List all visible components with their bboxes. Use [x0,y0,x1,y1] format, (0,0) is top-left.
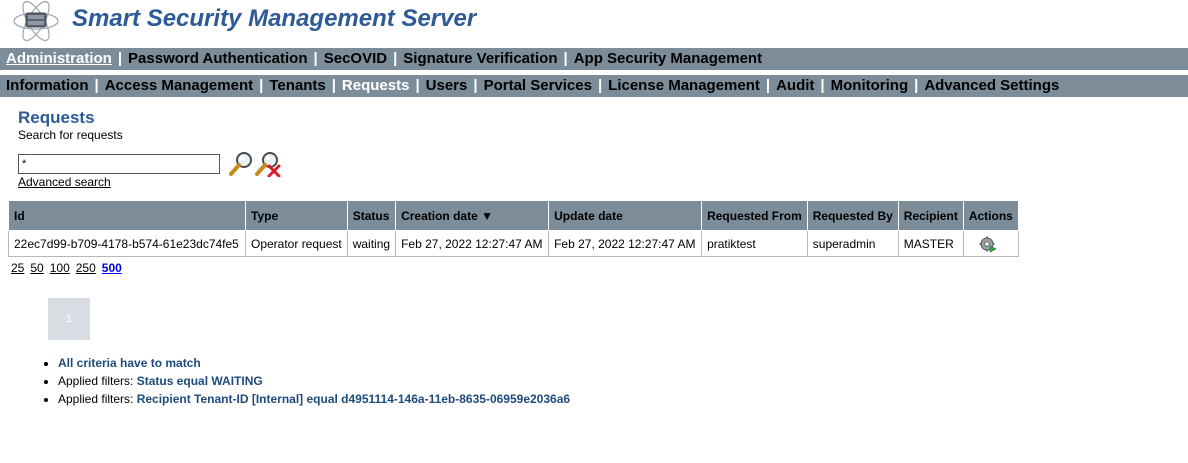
cell-type: Operator request [245,230,348,257]
filter-recipient-tenant: Recipient Tenant-ID [Internal] equal d49… [136,392,571,406]
subnav-monitoring[interactable]: Monitoring [831,77,908,94]
filter-status: Status equal WAITING [136,374,263,388]
subnav-license-management[interactable]: License Management [608,77,760,94]
cell-creation-date: Feb 27, 2022 12:27:47 AM [395,230,550,257]
nav-separator: | [117,50,123,67]
nav-separator: | [393,50,398,67]
subnav-requests[interactable]: Requests [342,77,410,94]
column-header-update-date[interactable]: Update date [548,200,703,231]
nav-separator: | [331,77,336,94]
nav-separator: | [259,77,264,94]
subnav-portal-services[interactable]: Portal Services [484,77,592,94]
page-size-250[interactable]: 250 [76,261,96,275]
nav-secovid[interactable]: SecOVID [324,50,387,67]
page-size-25[interactable]: 25 [11,261,24,275]
filter-criteria-list: All criteria have to match Applied filte… [40,354,570,408]
advanced-search-link[interactable]: Advanced search [18,175,111,189]
app-title: Smart Security Management Server [72,5,477,32]
cell-requested-by: superadmin [806,230,899,257]
column-header-creation-date[interactable]: Creation date ▼ [395,200,550,231]
search-icon[interactable] [228,149,256,177]
pagination-page-1[interactable]: 1 [48,298,90,340]
table-header-row: Id Type Status Creation date ▼ Update da… [8,200,1019,231]
nav-password-authentication[interactable]: Password Authentication [128,50,307,67]
nav-separator: | [914,77,919,94]
page-subtitle: Search for requests [18,128,123,142]
app-header: Smart Security Management Server [0,0,1188,46]
list-item: Applied filters: Recipient Tenant-ID [In… [58,390,570,408]
page-title: Requests [18,108,95,127]
cell-actions [962,230,1019,257]
subnav-tenants[interactable]: Tenants [269,77,325,94]
nav-separator: | [597,77,603,94]
atom-logo-icon [13,0,59,42]
column-header-id[interactable]: Id [8,200,246,231]
nav-separator: | [94,77,99,94]
nav-administration[interactable]: Administration [6,50,112,67]
nav-separator: | [313,50,318,67]
search-input[interactable] [18,154,220,174]
column-header-requested-by[interactable]: Requested By [806,200,899,231]
nav-separator: | [820,77,825,94]
cell-requested-from: pratiktest [701,230,808,257]
page-size-100[interactable]: 100 [50,261,70,275]
nav-signature-verification[interactable]: Signature Verification [403,50,557,67]
column-header-type[interactable]: Type [245,200,348,231]
column-header-recipient[interactable]: Recipient [897,200,964,231]
secondary-nav: Information | Access Management | Tenants | Re… [0,75,1188,97]
criteria-match-mode: All criteria have to match [58,356,201,370]
cell-update-date: Feb 27, 2022 12:27:47 AM [548,230,703,257]
subnav-users[interactable]: Users [426,77,468,94]
gear-run-icon[interactable] [979,235,997,253]
list-item: All criteria have to match [58,354,570,372]
subnav-advanced-settings[interactable]: Advanced Settings [924,77,1059,94]
cell-recipient: MASTER [897,230,964,257]
cell-id: 22ec7d99-b709-4178-b574-61e23dc74fe5 [8,230,246,257]
page-size-50[interactable]: 50 [30,261,43,275]
column-header-status[interactable]: Status [346,200,397,231]
nav-app-security-management[interactable]: App Security Management [574,50,762,67]
page-size-500[interactable]: 500 [102,261,122,275]
nav-separator: | [415,77,420,94]
subnav-information[interactable]: Information [6,77,89,94]
table-row[interactable]: 22ec7d99-b709-4178-b574-61e23dc74fe5 Ope… [8,230,1019,257]
column-header-requested-from[interactable]: Requested From [701,200,808,231]
nav-separator: | [765,77,771,94]
clear-search-icon[interactable] [254,149,282,177]
subnav-audit[interactable]: Audit [776,77,814,94]
column-header-actions: Actions [962,200,1019,231]
cell-status: waiting [346,230,397,257]
filter-label: Applied filters: [58,392,137,406]
nav-separator: | [473,77,478,94]
nav-separator: | [563,50,568,67]
list-item: Applied filters: Status equal WAITING [58,372,570,390]
primary-nav: Administration | Password Authentication | S… [0,48,1188,70]
page-size-selector: 25 50 100 250 500 [11,261,128,275]
requests-table: Id Type Status Creation date ▼ Update da… [8,200,1019,257]
filter-label: Applied filters: [58,374,137,388]
subnav-access-management[interactable]: Access Management [105,77,253,94]
